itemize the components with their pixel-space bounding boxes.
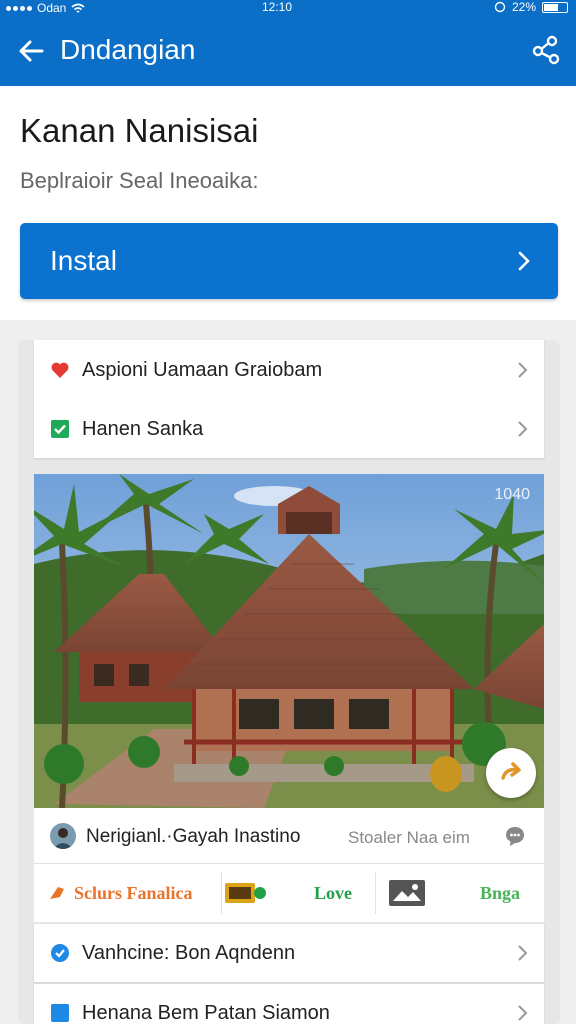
list-item-verified[interactable]: Vanhcine: Bon Aqndenn xyxy=(34,924,544,982)
avatar xyxy=(50,823,76,849)
photo-card[interactable]: 1040 xyxy=(34,474,544,808)
chevron-right-icon xyxy=(518,1005,528,1021)
author-name: Nerigianl.·Gayah Inastino xyxy=(86,826,301,847)
signal-icon xyxy=(6,5,32,11)
tag-icon xyxy=(50,887,64,899)
action-tag[interactable]: Sclurs Fanalica xyxy=(48,864,222,922)
app-subtitle: Beplraioir Seal Ineoaika: xyxy=(20,168,259,193)
app-title: Dndangian xyxy=(60,34,196,65)
author-row[interactable]: Nerigianl.·Gayah Inastino Stoaler Naa ei… xyxy=(34,808,544,864)
status-right: 22% xyxy=(494,0,568,14)
action-image[interactable]: Bnga xyxy=(388,864,538,922)
photo-badge: 1040 xyxy=(494,486,530,503)
heart-icon xyxy=(51,362,69,378)
back-arrow-icon[interactable] xyxy=(16,36,46,66)
status-bar: Odan 12:10 22% xyxy=(0,0,576,16)
battery-percent: 22% xyxy=(511,0,536,14)
carrier-label: Odan xyxy=(37,1,67,15)
author-meta: Stoaler Naa eim xyxy=(348,828,470,847)
list-item-label: Aspioni Uamaan Graiobam xyxy=(82,359,323,381)
list-item-favorite[interactable]: Aspioni Uamaan Graiobam xyxy=(34,340,544,400)
shield-check-icon xyxy=(51,944,69,962)
content-section: Aspioni Uamaan Graiobam Hanen Sanka 1040… xyxy=(18,340,560,1024)
square-icon xyxy=(51,1004,69,1022)
redo-icon xyxy=(501,762,521,780)
action-label: Love xyxy=(314,882,352,903)
header-card: Kanan Nanisisai Beplraioir Seal Ineoaika… xyxy=(0,86,576,320)
share-icon[interactable] xyxy=(530,34,562,66)
ticket-icon xyxy=(225,883,266,903)
list-item-label: Henana Bem Patan Siamon xyxy=(82,1002,330,1024)
chevron-right-icon xyxy=(518,251,530,271)
house-photo xyxy=(34,474,544,808)
alarm-icon xyxy=(494,1,506,13)
battery-icon xyxy=(542,1,568,13)
chevron-right-icon xyxy=(518,421,528,437)
status-left: Odan xyxy=(6,1,85,15)
install-label: Instal xyxy=(50,245,117,276)
list-item-label: Vanhcine: Bon Aqndenn xyxy=(82,942,296,964)
action-love[interactable]: Love xyxy=(224,864,376,922)
action-label: Bnga xyxy=(480,882,521,903)
action-row: Sclurs Fanalica Love Bnga xyxy=(34,864,544,922)
wifi-icon xyxy=(71,3,85,13)
list-item-check[interactable]: Hanen Sanka xyxy=(34,400,544,458)
image-icon xyxy=(389,880,425,906)
status-time: 12:10 xyxy=(262,0,293,14)
chevron-right-icon xyxy=(518,362,528,378)
install-button[interactable]: Instal xyxy=(20,223,558,299)
action-label: Sclurs Fanalica xyxy=(74,882,193,903)
list-item-square[interactable]: Henana Bem Patan Siamon xyxy=(34,984,544,1024)
app-name-title: Kanan Nanisisai xyxy=(20,112,259,149)
app-bar: Dndangian xyxy=(0,16,576,86)
chevron-right-icon xyxy=(518,945,528,961)
list-item-label: Hanen Sanka xyxy=(82,418,204,440)
redo-button[interactable] xyxy=(486,748,536,798)
checkbox-icon xyxy=(51,420,69,438)
chat-bubble-icon[interactable] xyxy=(504,825,526,847)
